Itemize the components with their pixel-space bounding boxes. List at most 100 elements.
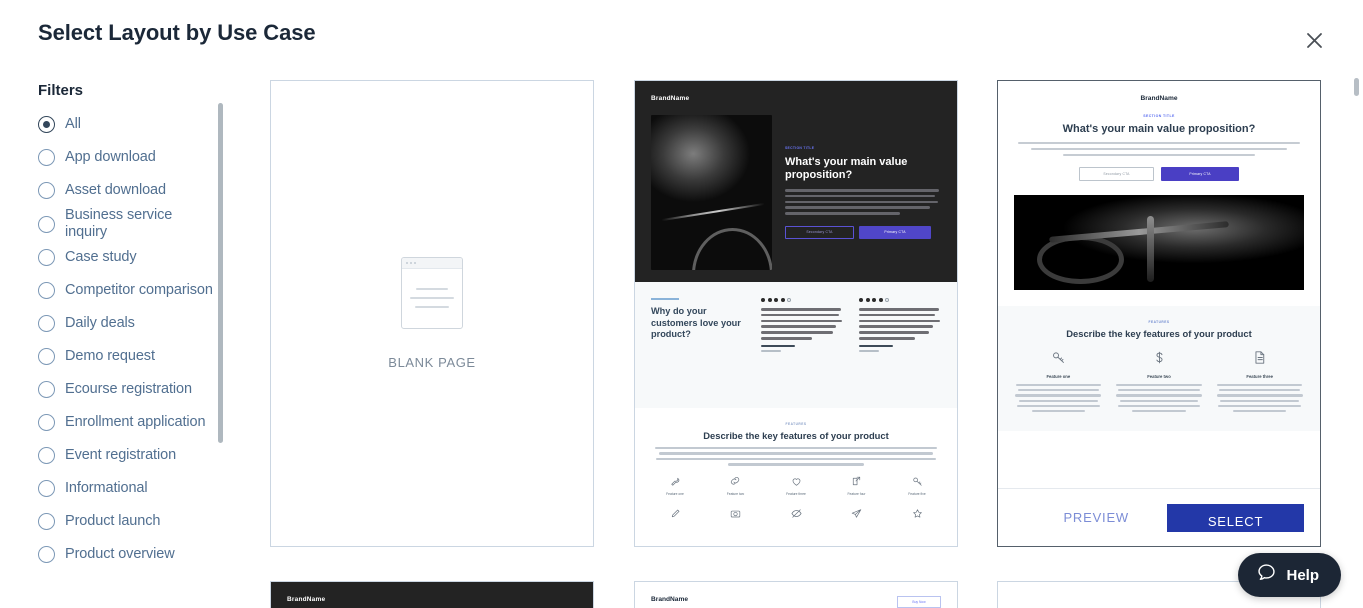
radio-button[interactable]	[38, 348, 55, 365]
filters-scrollbar[interactable]	[218, 103, 223, 443]
blank-page-label: BLANK PAGE	[388, 355, 476, 370]
filter-option-label: Informational	[65, 480, 148, 496]
filter-option-label: Demo request	[65, 348, 155, 364]
dollar-icon	[1115, 349, 1204, 366]
radio-button[interactable]	[38, 546, 55, 563]
radio-button[interactable]	[38, 249, 55, 266]
hero-secondary-cta[interactable]: Secondary CTA	[1079, 166, 1154, 181]
filter-option-label: Competitor comparison	[65, 282, 213, 298]
filter-option-enrollment-application[interactable]: Enrollment application	[38, 406, 218, 439]
testimonial-section: Why do your customers love your product?	[635, 282, 957, 408]
filter-option-demo-request[interactable]: Demo request	[38, 340, 218, 373]
star-icon	[891, 507, 943, 520]
feature-item: Feature three	[770, 475, 822, 496]
radio-button[interactable]	[38, 381, 55, 398]
filter-option-ecourse-registration[interactable]: Ecourse registration	[38, 373, 218, 406]
pencil-icon	[649, 507, 701, 520]
filter-option-all[interactable]: All	[38, 108, 218, 141]
layout-card-dark-hero[interactable]: BrandName SECTION TITLE What's your main…	[634, 80, 958, 547]
brand-logo: BrandName	[651, 95, 690, 102]
feature-column: Feature two	[1115, 349, 1204, 415]
brand-logo: BrandName	[1140, 95, 1178, 102]
document-page-icon	[401, 257, 463, 329]
filter-option-informational[interactable]: Informational	[38, 472, 218, 505]
layout-card-blank-page[interactable]: BLANK PAGE	[270, 80, 594, 547]
feature-label: Feature one	[666, 491, 684, 496]
feature-item: Feature one	[649, 475, 701, 496]
select-button[interactable]: SELECT	[1167, 503, 1304, 532]
preview-button[interactable]: PREVIEW	[1039, 500, 1153, 535]
radio-button[interactable]	[38, 215, 55, 233]
feature-label: Feature two	[726, 491, 745, 496]
feature-column: Feature one	[1014, 349, 1103, 415]
key-icon	[891, 475, 943, 488]
hero-primary-cta[interactable]: Primary CTA	[859, 225, 931, 239]
rating-stars	[761, 298, 843, 302]
features-eyebrow: FEATURES	[785, 422, 807, 426]
testimonial-item	[761, 298, 843, 353]
brand-logo: BrandName	[287, 596, 326, 603]
close-icon[interactable]	[1301, 27, 1327, 53]
filter-option-asset-download[interactable]: Asset download	[38, 174, 218, 207]
filter-option-app-download[interactable]: App download	[38, 141, 218, 174]
radio-button[interactable]	[38, 447, 55, 464]
radio-button[interactable]	[38, 116, 55, 133]
layout-cards-grid: BLANK PAGE BrandName SECTION TITLE What'…	[270, 80, 1349, 608]
filter-option-label: Daily deals	[65, 315, 135, 331]
filter-option-business-service-inquiry[interactable]: Business service inquiry	[38, 207, 218, 241]
wrench-icon	[649, 475, 701, 488]
help-widget-button[interactable]: Help	[1238, 553, 1341, 597]
feature-item: Feature four	[831, 475, 883, 496]
document-icon	[1215, 349, 1304, 366]
filter-option-daily-deals[interactable]: Daily deals	[38, 307, 218, 340]
feature-item	[891, 507, 943, 520]
feature-item	[710, 507, 762, 520]
layout-picker-modal: Select Layout by Use Case Filters All App…	[0, 0, 1363, 608]
filter-option-label: Product launch	[65, 513, 161, 529]
features-eyebrow: FEATURES	[1148, 319, 1170, 324]
features-section: FEATURES Describe the key features of yo…	[635, 408, 957, 530]
help-label: Help	[1286, 566, 1319, 584]
dark-hero-section: BrandName SECTION TITLE What's your main…	[635, 81, 957, 282]
feature-item	[831, 507, 883, 520]
layout-card-light-hero[interactable]: BrandName SECTION TITLE What's your main…	[997, 80, 1321, 547]
radio-button[interactable]	[38, 414, 55, 431]
radio-button[interactable]	[38, 315, 55, 332]
layout-card-row2-dark[interactable]: BrandName	[270, 581, 594, 608]
hero-body-text	[785, 189, 941, 218]
features-paragraph	[649, 447, 943, 466]
page-scrollbar[interactable]	[1354, 78, 1359, 96]
filters-heading: Filters	[38, 82, 84, 99]
filter-option-label: Case study	[65, 249, 137, 265]
hero-secondary-cta[interactable]: Secondary CTA	[785, 225, 854, 239]
hero-headline: What's your main value proposition?	[1062, 123, 1256, 135]
feature-item	[770, 507, 822, 520]
radio-button[interactable]	[38, 149, 55, 166]
brand-logo: BrandName	[651, 596, 689, 603]
radio-button[interactable]	[38, 480, 55, 497]
features-title: Describe the key features of your produc…	[703, 430, 889, 441]
filter-option-competitor-comparison[interactable]: Competitor comparison	[38, 274, 218, 307]
filter-option-case-study[interactable]: Case study	[38, 241, 218, 274]
filter-option-label: Product overview	[65, 546, 175, 562]
feature-item: Feature five	[891, 475, 943, 496]
filter-option-product-overview[interactable]: Product overview	[38, 538, 218, 571]
layout-card-row2-light[interactable]: BrandName Buy Now	[634, 581, 958, 608]
buy-now-button[interactable]: Buy Now	[897, 596, 941, 608]
filter-option-event-registration[interactable]: Event registration	[38, 439, 218, 472]
hero-image	[1014, 194, 1304, 290]
radio-button[interactable]	[38, 513, 55, 530]
filter-option-label: Business service inquiry	[65, 207, 173, 240]
filter-option-product-launch[interactable]: Product launch	[38, 505, 218, 538]
external-link-icon	[831, 475, 883, 488]
feature-column: Feature three	[1215, 349, 1304, 415]
hero-body-text	[1014, 142, 1304, 156]
chat-bubble-icon	[1256, 562, 1277, 588]
filter-option-label: Ecourse registration	[65, 381, 192, 397]
hero-primary-cta[interactable]: Primary CTA	[1161, 166, 1239, 181]
radio-button[interactable]	[38, 282, 55, 299]
feature-icon-row: Feature one Feature two Feature three Featu…	[649, 475, 943, 496]
feature-label: Feature five	[908, 491, 926, 496]
radio-button[interactable]	[38, 182, 55, 199]
filter-option-label: Enrollment application	[65, 414, 206, 430]
